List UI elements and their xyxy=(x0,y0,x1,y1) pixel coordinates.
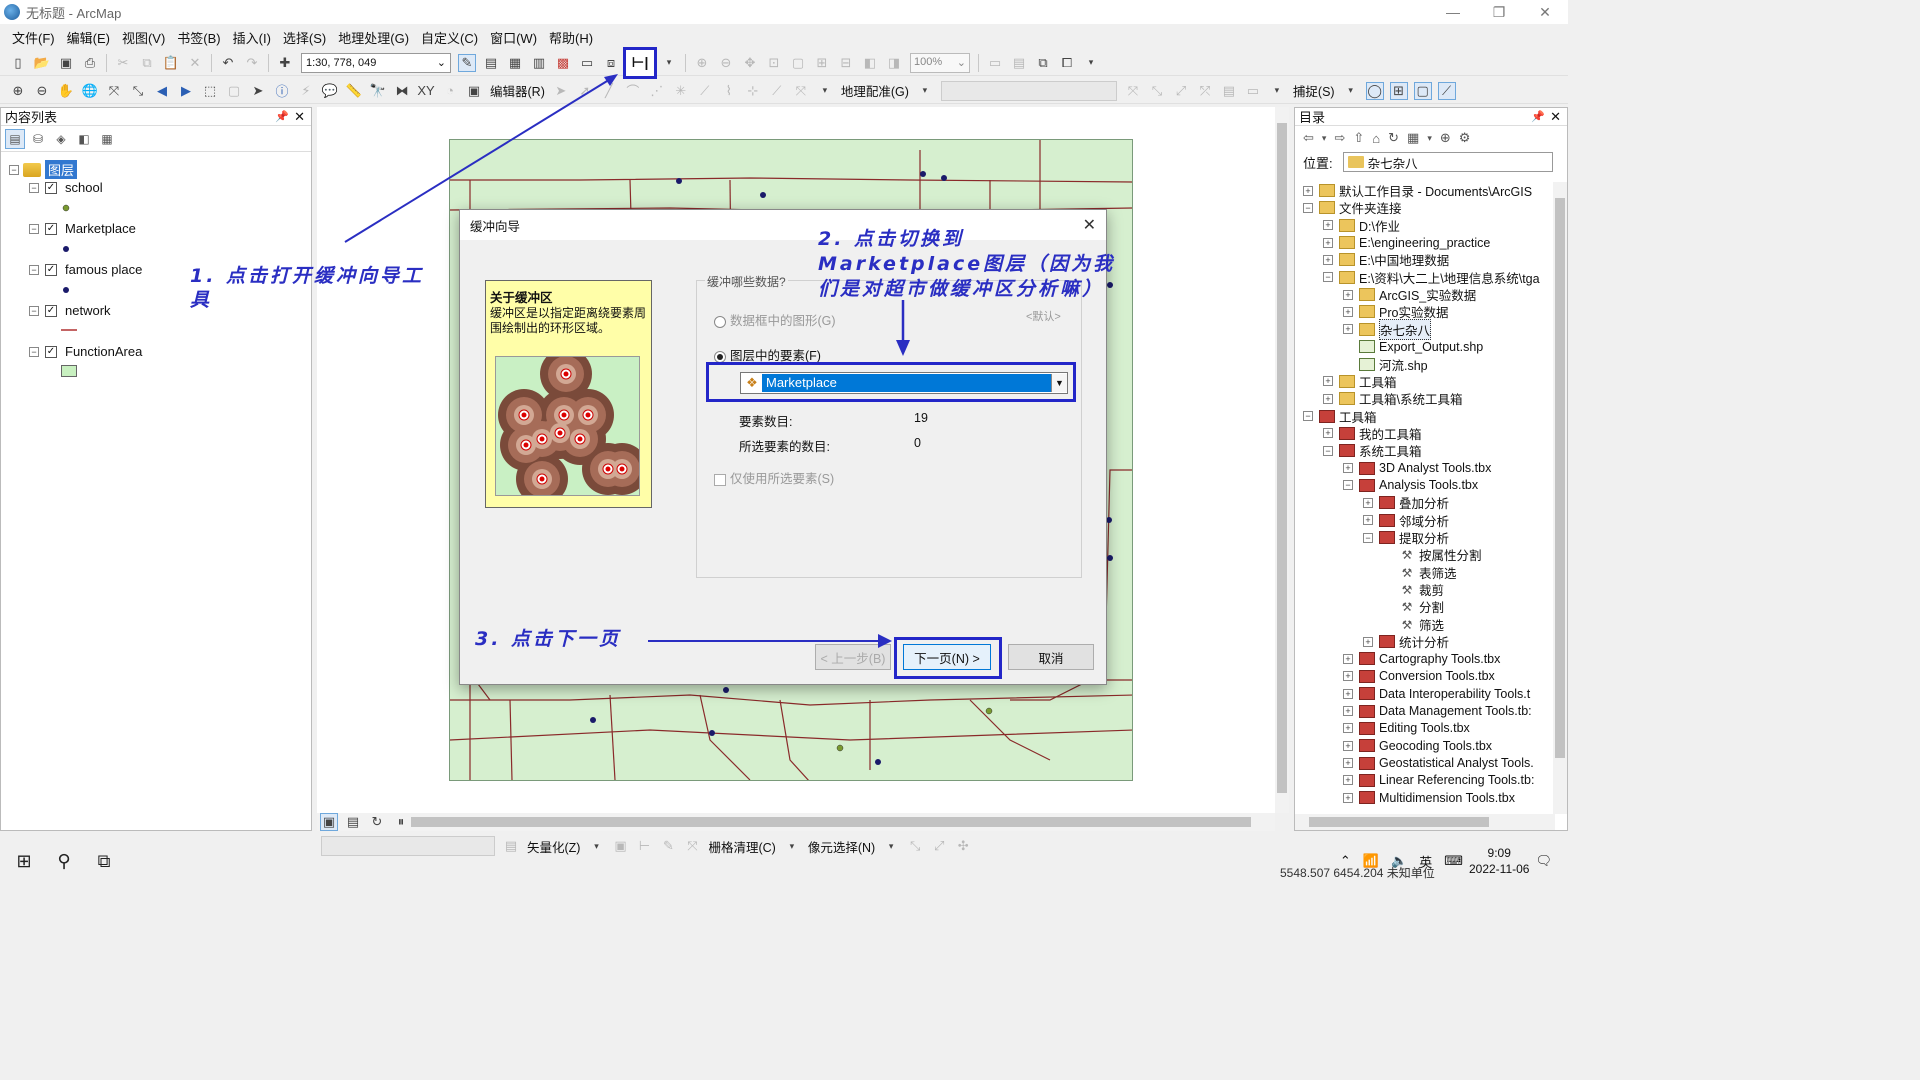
annotation-arrows xyxy=(344,74,910,648)
annotation-step2: 2. 点击切换到Marketplace图层（因为我们是对超市做缓冲区分析嘛） xyxy=(818,228,1116,300)
annotation-step3: 3. 点击下一页 xyxy=(475,628,622,650)
annotation-step1: 1. 点击打开缓冲向导工具 xyxy=(190,265,425,311)
